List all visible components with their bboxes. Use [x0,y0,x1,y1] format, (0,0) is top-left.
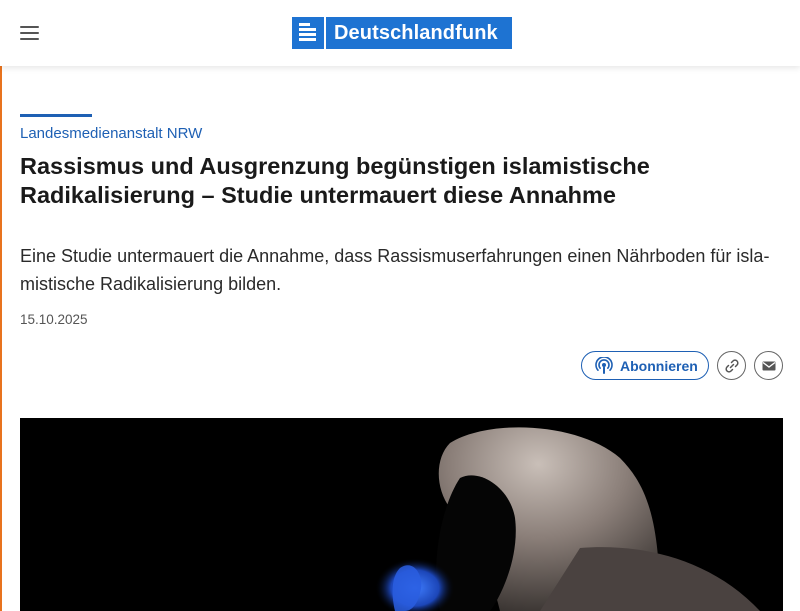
article-teaser: Eine Studie untermauert die Annahme, das… [20,246,770,294]
subscribe-label: Abonnieren [620,357,698,374]
share-mail-button[interactable] [754,351,783,380]
article-title: Rassismus und Ausgrenzung begünstigen is… [20,153,650,208]
hooded-person-illustration [20,418,783,611]
mail-icon [762,361,775,370]
hamburger-menu-icon[interactable] [20,25,40,41]
top-navigation-bar: Deutschlandfunk [0,0,800,66]
article-hero-image [20,418,783,611]
subscribe-button[interactable]: Abonnieren [581,351,709,380]
link-icon [724,358,739,373]
article-kicker[interactable]: Landesmedienanstalt NRW [20,125,202,142]
page-edge-accent [0,0,2,611]
copy-link-button[interactable] [717,351,746,380]
kicker-accent-line [20,114,92,117]
podcast-icon [595,356,613,374]
article-date: 15.10.2025 [20,312,88,327]
logo-text: Deutschlandfunk [334,21,498,44]
site-logo[interactable]: Deutschlandfunk [292,17,512,49]
logo-mark-icon [292,17,326,49]
